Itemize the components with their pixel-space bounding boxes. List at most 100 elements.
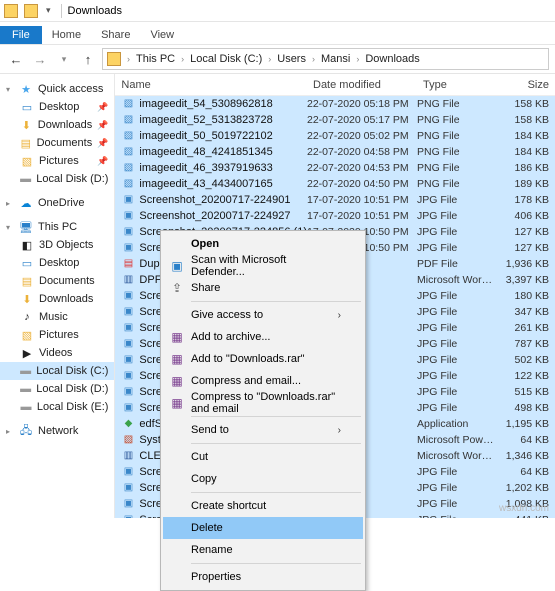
file-row[interactable]: Screenshot_20200717-22492717-07-2020 10:…	[115, 208, 555, 224]
archive-icon: ▦	[169, 395, 185, 411]
tab-view[interactable]: View	[140, 26, 184, 44]
menu-label: Create shortcut	[191, 500, 266, 512]
file-size: 515 KB	[497, 386, 555, 398]
breadcrumb[interactable]: Local Disk (C:)	[188, 53, 264, 65]
file-icon	[121, 178, 135, 190]
chevron-right-icon[interactable]: ›	[266, 54, 273, 64]
sidebar-item-videos[interactable]: ▶Videos	[0, 344, 114, 362]
chevron-right-icon[interactable]: ›	[354, 54, 361, 64]
breadcrumb[interactable]: Mansi	[319, 53, 352, 65]
sidebar-item-localdisk-d[interactable]: ▬Local Disk (D:)	[0, 170, 114, 188]
column-type[interactable]: Type	[417, 79, 497, 91]
menu-delete[interactable]: Delete	[163, 517, 363, 539]
sidebar-item-label: Local Disk (E:)	[37, 401, 109, 413]
context-menu: Open ▣Scan with Microsoft Defender... ⇪S…	[160, 230, 366, 591]
breadcrumb[interactable]: Users	[275, 53, 308, 65]
archive-icon: ▦	[169, 373, 185, 389]
breadcrumb[interactable]: This PC	[134, 53, 177, 65]
file-row[interactable]: Screenshot_20200717-22490117-07-2020 10:…	[115, 192, 555, 208]
sidebar-this-pc[interactable]: ▾🖥This PC	[0, 218, 114, 236]
back-button[interactable]: ←	[6, 49, 26, 69]
menu-label: Delete	[191, 522, 223, 534]
folder-small-icon	[24, 4, 38, 18]
pictures-icon: ▧	[20, 154, 34, 168]
sidebar-item-music[interactable]: ♪Music	[0, 308, 114, 326]
file-row[interactable]: imageedit_43_443400716522-07-2020 04:50 …	[115, 176, 555, 192]
menu-send-to[interactable]: Send to›	[163, 419, 363, 441]
menu-create-shortcut[interactable]: Create shortcut	[163, 495, 363, 517]
menu-properties[interactable]: Properties	[163, 566, 363, 588]
file-icon	[121, 258, 135, 270]
sidebar-onedrive[interactable]: ▸☁OneDrive	[0, 194, 114, 212]
menu-add-rar[interactable]: ▦Add to "Downloads.rar"	[163, 348, 363, 370]
file-icon	[121, 418, 135, 430]
menu-share[interactable]: ⇪Share	[163, 277, 363, 299]
ribbon-tabs: File Home Share View	[0, 22, 555, 44]
tab-home[interactable]: Home	[42, 26, 91, 44]
address-bar[interactable]: › This PC › Local Disk (C:) › Users › Ma…	[102, 48, 549, 70]
recent-dropdown[interactable]: ▾	[54, 49, 74, 69]
menu-give-access[interactable]: Give access to›	[163, 304, 363, 326]
sidebar-item-documents[interactable]: ▤Documents	[0, 272, 114, 290]
menu-add-archive[interactable]: ▦Add to archive...	[163, 326, 363, 348]
file-size: 1,202 KB	[497, 482, 555, 494]
chevron-right-icon[interactable]: ›	[179, 54, 186, 64]
videos-icon: ▶	[20, 346, 34, 360]
sidebar-item-desktop[interactable]: ▭Desktop📌	[0, 98, 114, 116]
menu-open[interactable]: Open	[163, 233, 363, 255]
menu-label: Give access to	[191, 309, 263, 321]
file-row[interactable]: imageedit_54_530896281822-07-2020 05:18 …	[115, 96, 555, 112]
sidebar-item-desktop[interactable]: ▭Desktop	[0, 254, 114, 272]
file-name: imageedit_46_3937919633	[139, 162, 307, 174]
column-size[interactable]: Size	[497, 79, 555, 91]
file-row[interactable]: imageedit_46_393791963322-07-2020 04:53 …	[115, 160, 555, 176]
tab-file[interactable]: File	[0, 26, 42, 44]
file-type: JPG File	[417, 194, 497, 206]
sidebar-item-pictures[interactable]: ▧Pictures	[0, 326, 114, 344]
tab-share[interactable]: Share	[91, 26, 140, 44]
sidebar-item-3dobjects[interactable]: ◧3D Objects	[0, 236, 114, 254]
sidebar-item-pictures[interactable]: ▧Pictures📌	[0, 152, 114, 170]
pin-icon: 📌	[97, 102, 108, 113]
sidebar-item-label: Local Disk (C:)	[36, 365, 108, 377]
column-name[interactable]: Name	[115, 79, 307, 91]
downloads-icon: ⬇	[20, 292, 34, 306]
chevron-right-icon[interactable]: ›	[310, 54, 317, 64]
file-icon	[121, 370, 135, 382]
sidebar-item-documents[interactable]: ▤Documents📌	[0, 134, 114, 152]
menu-copy[interactable]: Copy	[163, 468, 363, 490]
file-date: 22-07-2020 04:58 PM	[307, 146, 417, 158]
archive-icon: ▦	[169, 329, 185, 345]
chevron-right-icon[interactable]: ›	[125, 54, 132, 64]
sidebar-network[interactable]: ▸🖧Network	[0, 422, 114, 440]
documents-icon: ▤	[20, 274, 34, 288]
sidebar-item-downloads[interactable]: ⬇Downloads📌	[0, 116, 114, 134]
qat-dropdown-icon[interactable]: ▾	[46, 5, 51, 16]
file-row[interactable]: imageedit_48_424185134522-07-2020 04:58 …	[115, 144, 555, 160]
file-icon	[121, 114, 135, 126]
sidebar-item-localdisk-c[interactable]: ▬Local Disk (C:)	[0, 362, 114, 380]
file-size: 158 KB	[497, 98, 555, 110]
menu-cut[interactable]: Cut	[163, 446, 363, 468]
menu-label: Copy	[191, 473, 217, 485]
file-icon	[121, 322, 135, 334]
menu-compress-rar-email[interactable]: ▦Compress to "Downloads.rar" and email	[163, 392, 363, 414]
sidebar-item-label: Downloads	[39, 293, 93, 305]
sidebar-item-localdisk-d[interactable]: ▬Local Disk (D:)	[0, 380, 114, 398]
up-button[interactable]: ↑	[78, 49, 98, 69]
file-row[interactable]: imageedit_52_531382372822-07-2020 05:17 …	[115, 112, 555, 128]
sidebar-item-localdisk-e[interactable]: ▬Local Disk (E:)	[0, 398, 114, 416]
menu-scan-defender[interactable]: ▣Scan with Microsoft Defender...	[163, 255, 363, 277]
file-size: 64 KB	[497, 434, 555, 446]
file-date: 22-07-2020 05:18 PM	[307, 98, 417, 110]
menu-compress-email[interactable]: ▦Compress and email...	[163, 370, 363, 392]
file-type: JPG File	[417, 354, 497, 366]
sidebar-item-label: Pictures	[39, 329, 79, 341]
sidebar-item-downloads[interactable]: ⬇ Downloads	[0, 290, 114, 308]
breadcrumb[interactable]: Downloads	[363, 53, 421, 65]
column-date[interactable]: Date modified	[307, 79, 417, 91]
menu-rename[interactable]: Rename	[163, 539, 363, 561]
sidebar-quick-access[interactable]: ▾★Quick access	[0, 80, 114, 98]
file-row[interactable]: imageedit_50_501972210222-07-2020 05:02 …	[115, 128, 555, 144]
forward-button[interactable]: →	[30, 49, 50, 69]
